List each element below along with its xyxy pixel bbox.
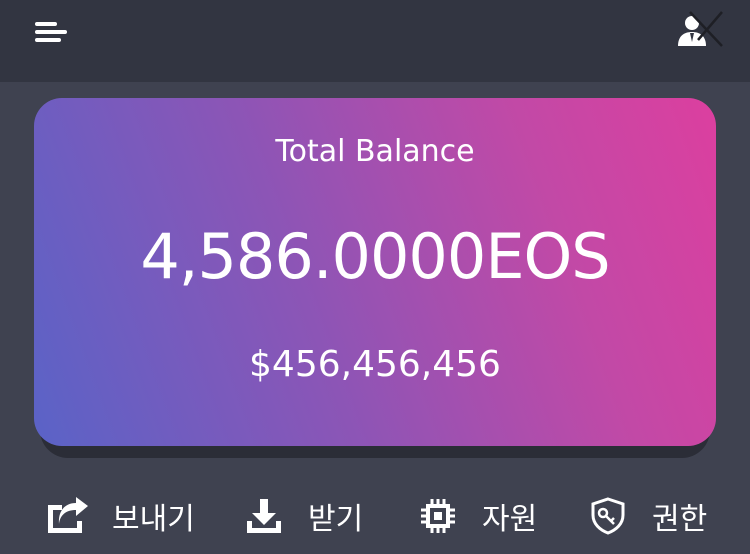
chip-icon [416,494,460,538]
top-bar [0,0,750,82]
receive-button[interactable]: 받기 [242,494,363,538]
account-switch-icon [678,11,723,47]
resource-button[interactable]: 자원 [416,494,537,538]
shield-key-icon [586,494,630,538]
balance-amount: 4,586.0000EOS [140,220,610,293]
send-icon [46,494,90,538]
menu-icon-line [35,30,67,34]
action-bar: 보내기 받기 자원 권한 [0,478,750,554]
balance-usd-value: $456,456,456 [249,344,501,385]
download-icon [242,494,286,538]
account-switch-button[interactable] [670,6,732,52]
menu-icon [35,22,57,26]
menu-button[interactable] [26,14,74,50]
send-label: 보내기 [112,502,195,537]
resource-label: 자원 [482,502,538,537]
permission-button[interactable]: 권한 [586,494,707,538]
balance-card: Total Balance 4,586.0000EOS $456,456,456 [34,98,716,446]
menu-icon-line [35,38,61,42]
permission-label: 권한 [652,502,708,537]
send-button[interactable]: 보내기 [46,494,195,538]
receive-label: 받기 [308,502,364,537]
balance-label: Total Balance [275,134,475,169]
